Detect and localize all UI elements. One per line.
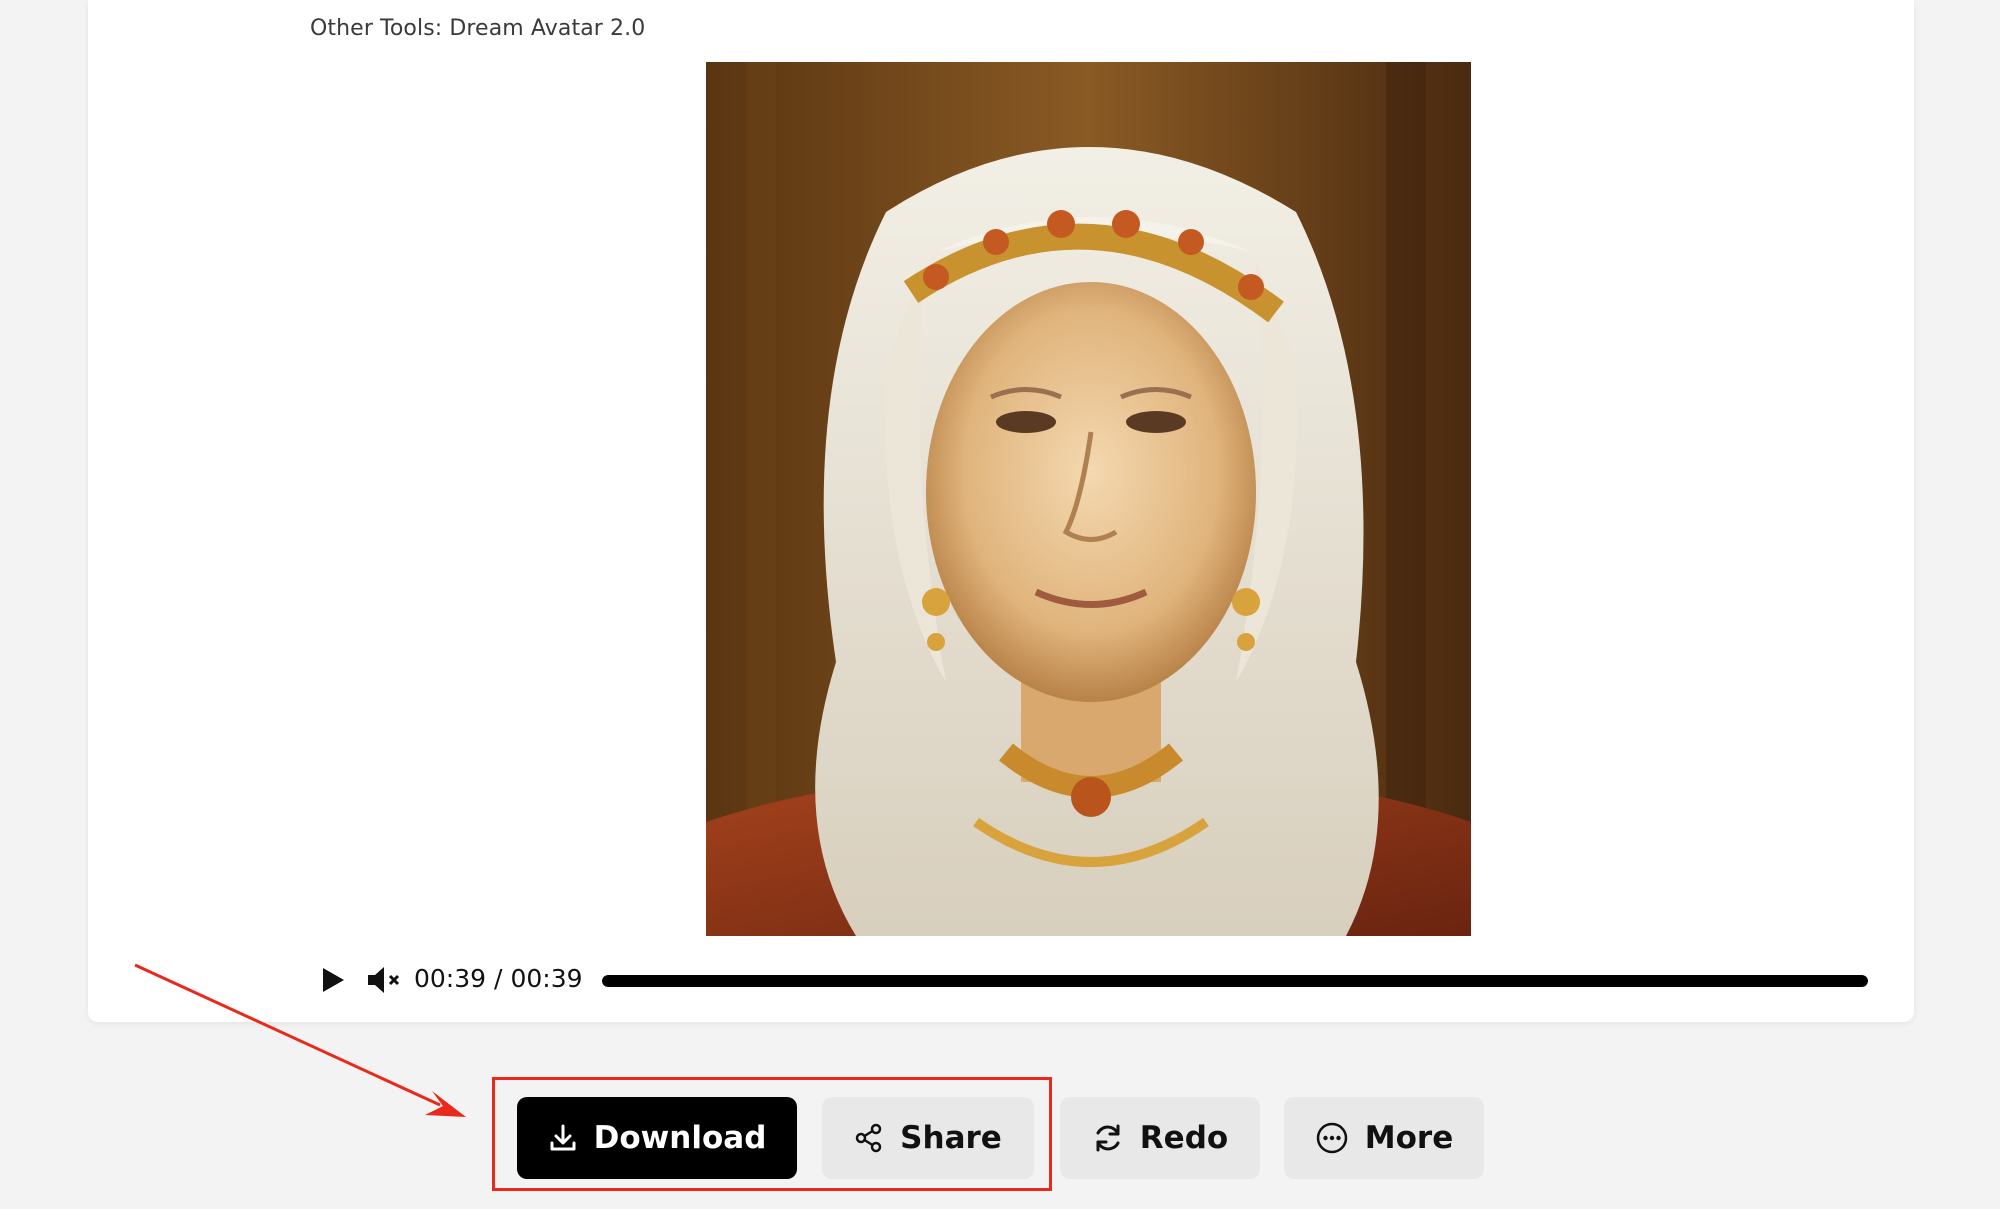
time-display: 00:39/00:39 (414, 964, 583, 993)
share-icon (855, 1123, 882, 1153)
download-button[interactable]: Download (517, 1097, 797, 1179)
share-label: Share (900, 1120, 1002, 1156)
play-icon (323, 968, 344, 992)
mute-button[interactable] (366, 964, 406, 996)
duration: 00:39 (510, 964, 583, 993)
progress-fill (602, 975, 1868, 987)
redo-icon (1096, 1124, 1120, 1152)
current-time: 00:39 (414, 964, 487, 993)
muted-speaker-icon (368, 967, 400, 993)
avatar-video-frame-image (706, 62, 1471, 936)
share-button[interactable]: Share (822, 1097, 1034, 1179)
more-icon (1316, 1122, 1348, 1154)
time-separator: / (494, 964, 503, 993)
redo-label: Redo (1139, 1120, 1229, 1156)
redo-button[interactable]: Redo (1060, 1097, 1260, 1179)
other-tools-label: Other Tools: Dream Avatar 2.0 (310, 16, 646, 41)
more-button[interactable]: More (1284, 1097, 1484, 1179)
download-label: Download (593, 1120, 767, 1156)
play-button[interactable] (318, 964, 348, 996)
avatar-video[interactable] (706, 62, 1471, 936)
progress-bar[interactable] (602, 975, 1868, 987)
video-card: Other Tools: Dream Avatar 2.0 00:39 / 00… (88, 0, 1914, 1022)
more-label: More (1364, 1120, 1454, 1156)
download-icon (550, 1124, 576, 1151)
video-controls: 00:39/00:39 (318, 960, 1878, 1000)
